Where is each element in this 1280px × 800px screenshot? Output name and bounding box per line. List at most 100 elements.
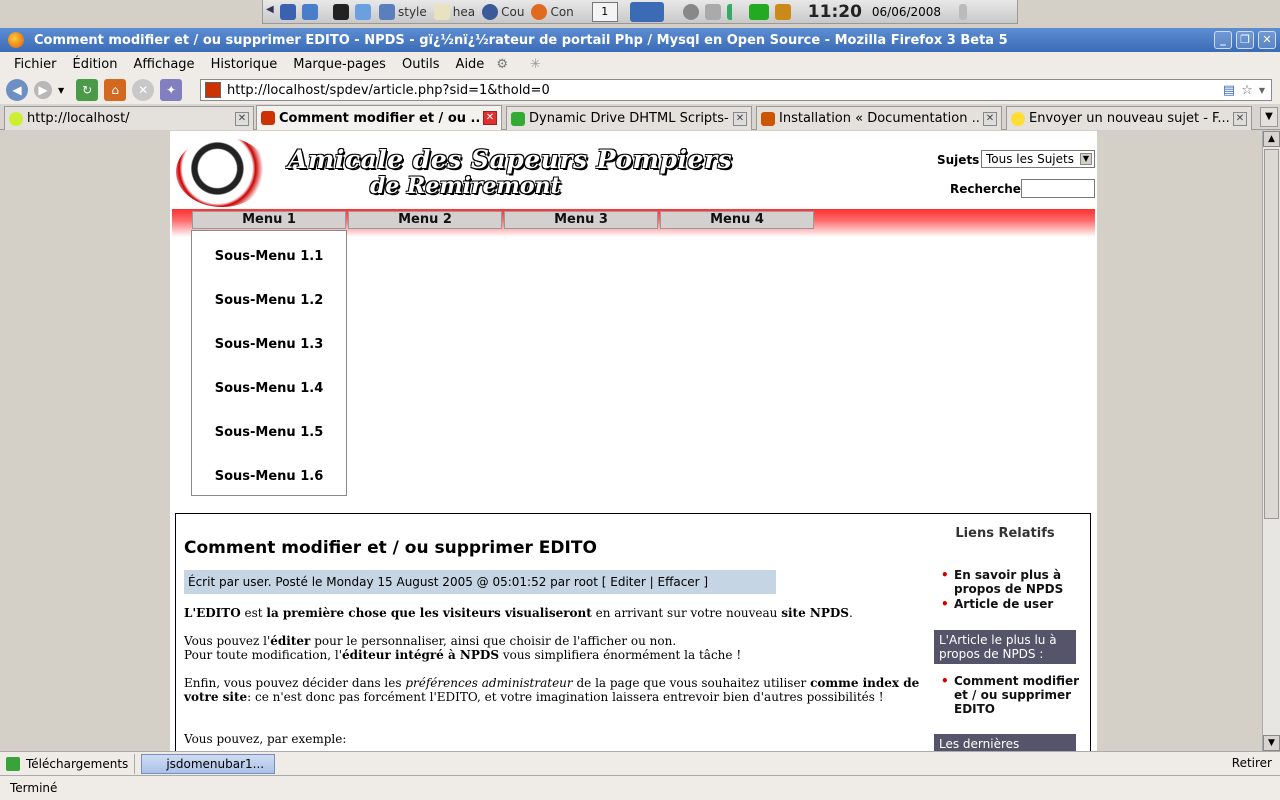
site-subtitle: de Remiremont xyxy=(370,173,561,199)
firefox-tray-icon[interactable] xyxy=(629,1,664,22)
menu-aide[interactable]: Aide xyxy=(448,57,493,72)
tab-favicon-icon xyxy=(1011,111,1025,126)
article-paragraph: Vous pouvez, par exemple: xyxy=(184,732,347,746)
submenu-item-1-5[interactable]: Sous-Menu 1.5 xyxy=(192,425,346,440)
tab-article[interactable]: Comment modifier et / ou ... ✕ xyxy=(256,105,502,130)
tab-localhost[interactable]: http://localhost/ ✕ xyxy=(4,106,254,130)
stop-button[interactable]: ✕ xyxy=(132,79,155,101)
taskbar-item-style[interactable]: style xyxy=(374,1,429,23)
network-icon[interactable] xyxy=(682,3,699,20)
chevron-down-icon: ▼ xyxy=(1080,153,1092,165)
most-read-link[interactable]: Comment modifier et / ou supprimer EDITO xyxy=(941,674,1084,716)
tab-favicon-icon xyxy=(261,111,275,125)
menu-fichier[interactable]: Fichier xyxy=(6,57,65,72)
minimize-button[interactable]: _ xyxy=(1214,31,1232,49)
usb-icon[interactable] xyxy=(704,3,721,20)
tab-favicon-icon xyxy=(511,111,525,126)
downloads-bar: Téléchargements jsdomenubar1... Retirer xyxy=(0,751,1280,775)
tab-close-icon[interactable]: ✕ xyxy=(483,111,497,125)
vertical-scrollbar[interactable]: ▲ ▼ xyxy=(1262,131,1280,751)
topics-label: Sujets xyxy=(937,153,980,167)
document-icon xyxy=(433,3,450,20)
tab-close-icon[interactable]: ✕ xyxy=(1233,111,1247,126)
taskbar-item-con[interactable]: Con xyxy=(526,1,575,23)
addon-button[interactable]: ✦ xyxy=(160,79,183,101)
package-icon[interactable] xyxy=(774,3,791,20)
article-paragraph: Enfin, vous pouvez décider dans les préf… xyxy=(184,676,920,704)
taskbar-item-cou[interactable]: Cou xyxy=(477,1,526,23)
reload-button[interactable]: ↻ xyxy=(76,79,99,101)
tab-close-icon[interactable]: ✕ xyxy=(983,111,997,126)
maximize-button[interactable]: ❐ xyxy=(1236,31,1254,49)
back-button[interactable]: ◀ xyxy=(6,79,28,101)
scroll-up-button[interactable]: ▲ xyxy=(1263,131,1280,147)
menu-marque-pages[interactable]: Marque-pages xyxy=(285,57,394,72)
article-box: Comment modifier et / ou supprimer EDITO… xyxy=(175,513,1091,751)
terminal-icon[interactable] xyxy=(333,3,349,20)
menu-4[interactable]: Menu 4 xyxy=(660,211,814,229)
window-titlebar[interactable]: Comment modifier et / ou supprimer EDITO… xyxy=(0,28,1280,52)
related-links-title: Liens Relatifs xyxy=(955,526,1055,541)
menu-3[interactable]: Menu 3 xyxy=(504,211,658,229)
tab-envoyer[interactable]: Envoyer un nouveau sujet - F... ✕ xyxy=(1006,106,1252,130)
signal-icon xyxy=(726,3,743,20)
desktop-pager[interactable]: 1 xyxy=(591,1,618,22)
menu-1[interactable]: Menu 1 xyxy=(192,211,346,229)
tab-favicon-icon xyxy=(9,111,23,126)
tab-dynamic-drive[interactable]: Dynamic Drive DHTML Scripts-... ✕ xyxy=(506,106,752,130)
menu-affichage[interactable]: Affichage xyxy=(125,57,202,72)
download-item[interactable]: jsdomenubar1... xyxy=(141,753,276,774)
submenu-item-1-1[interactable]: Sous-Menu 1.1 xyxy=(192,249,346,264)
retry-button[interactable]: Retirer xyxy=(1232,756,1272,770)
latest-header: Les dernières xyxy=(934,734,1076,751)
tab-close-icon[interactable]: ✕ xyxy=(733,111,747,126)
window-title: Comment modifier et / ou supprimer EDITO… xyxy=(34,32,1008,48)
download-icon xyxy=(6,756,20,771)
related-link-npds[interactable]: En savoir plus à propos de NPDS xyxy=(941,568,1084,596)
scroll-thumb[interactable] xyxy=(1264,149,1279,519)
rss-icon[interactable]: ▤ xyxy=(1223,83,1235,98)
url-input[interactable]: http://localhost/spdev/article.php?sid=1… xyxy=(227,83,1223,98)
related-link-user[interactable]: Article de user xyxy=(941,597,1084,611)
bookmark-star-icon[interactable]: ☆ xyxy=(1241,83,1253,98)
tab-close-icon[interactable]: ✕ xyxy=(235,111,249,126)
most-read-header: L'Article le plus lu à propos de NPDS : xyxy=(934,630,1076,664)
status-text: Terminé xyxy=(10,781,58,795)
panel-handle-icon[interactable] xyxy=(959,3,968,20)
menu-outils[interactable]: Outils xyxy=(394,57,448,72)
kde-menu-icon[interactable] xyxy=(280,3,296,20)
submenu-item-1-2[interactable]: Sous-Menu 1.2 xyxy=(192,293,346,308)
article-paragraph: Vous pouvez l'éditer pour le personnalis… xyxy=(184,634,742,662)
submenu-item-1-4[interactable]: Sous-Menu 1.4 xyxy=(192,381,346,396)
taskbar-item-head[interactable]: hea xyxy=(429,1,477,23)
article-title: Comment modifier et / ou supprimer EDITO xyxy=(184,538,597,558)
menu-edition[interactable]: Édition xyxy=(65,57,126,72)
downloads-button[interactable]: Téléchargements xyxy=(6,753,136,774)
window-icon xyxy=(379,3,395,20)
submenu-item-1-6[interactable]: Sous-Menu 1.6 xyxy=(192,469,346,484)
firefighter-logo-icon xyxy=(176,137,268,207)
search-input[interactable] xyxy=(1021,179,1095,198)
tab-installation[interactable]: Installation « Documentation ... ✕ xyxy=(756,106,1002,130)
extension-icon[interactable]: ⚙ xyxy=(496,57,508,72)
scroll-down-button[interactable]: ▼ xyxy=(1263,735,1280,751)
browser-launcher-icon[interactable] xyxy=(355,3,371,20)
article-paragraph: L'EDITO est la première chose que les vi… xyxy=(184,606,853,620)
topics-select[interactable]: Tous les Sujets ▼ xyxy=(981,150,1095,168)
panel-clock[interactable]: 11:20 xyxy=(808,2,862,22)
address-bar[interactable]: http://localhost/spdev/article.php?sid=1… xyxy=(200,79,1272,101)
submenu-item-1-3[interactable]: Sous-Menu 1.3 xyxy=(192,337,346,352)
menu-historique[interactable]: Historique xyxy=(203,57,286,72)
forward-button[interactable]: ▶ xyxy=(34,81,52,99)
kde-panel: ◀ style hea Cou Con 1 11:20 06/06/2008 xyxy=(262,0,1018,24)
search-label: Recherche xyxy=(950,182,1021,196)
url-dropdown-icon[interactable]: ▼ xyxy=(1259,86,1265,95)
close-button[interactable]: ✕ xyxy=(1258,31,1276,49)
history-dropdown-icon[interactable]: ▼ xyxy=(58,86,64,95)
tab-list-button[interactable]: ▼ xyxy=(1260,107,1278,127)
tab-favicon-icon xyxy=(761,111,775,126)
menu-2[interactable]: Menu 2 xyxy=(348,211,502,229)
panel-arrow-icon[interactable]: ◀ xyxy=(266,4,274,20)
desktop-icon[interactable] xyxy=(302,3,318,20)
home-button[interactable]: ⌂ xyxy=(104,79,127,101)
